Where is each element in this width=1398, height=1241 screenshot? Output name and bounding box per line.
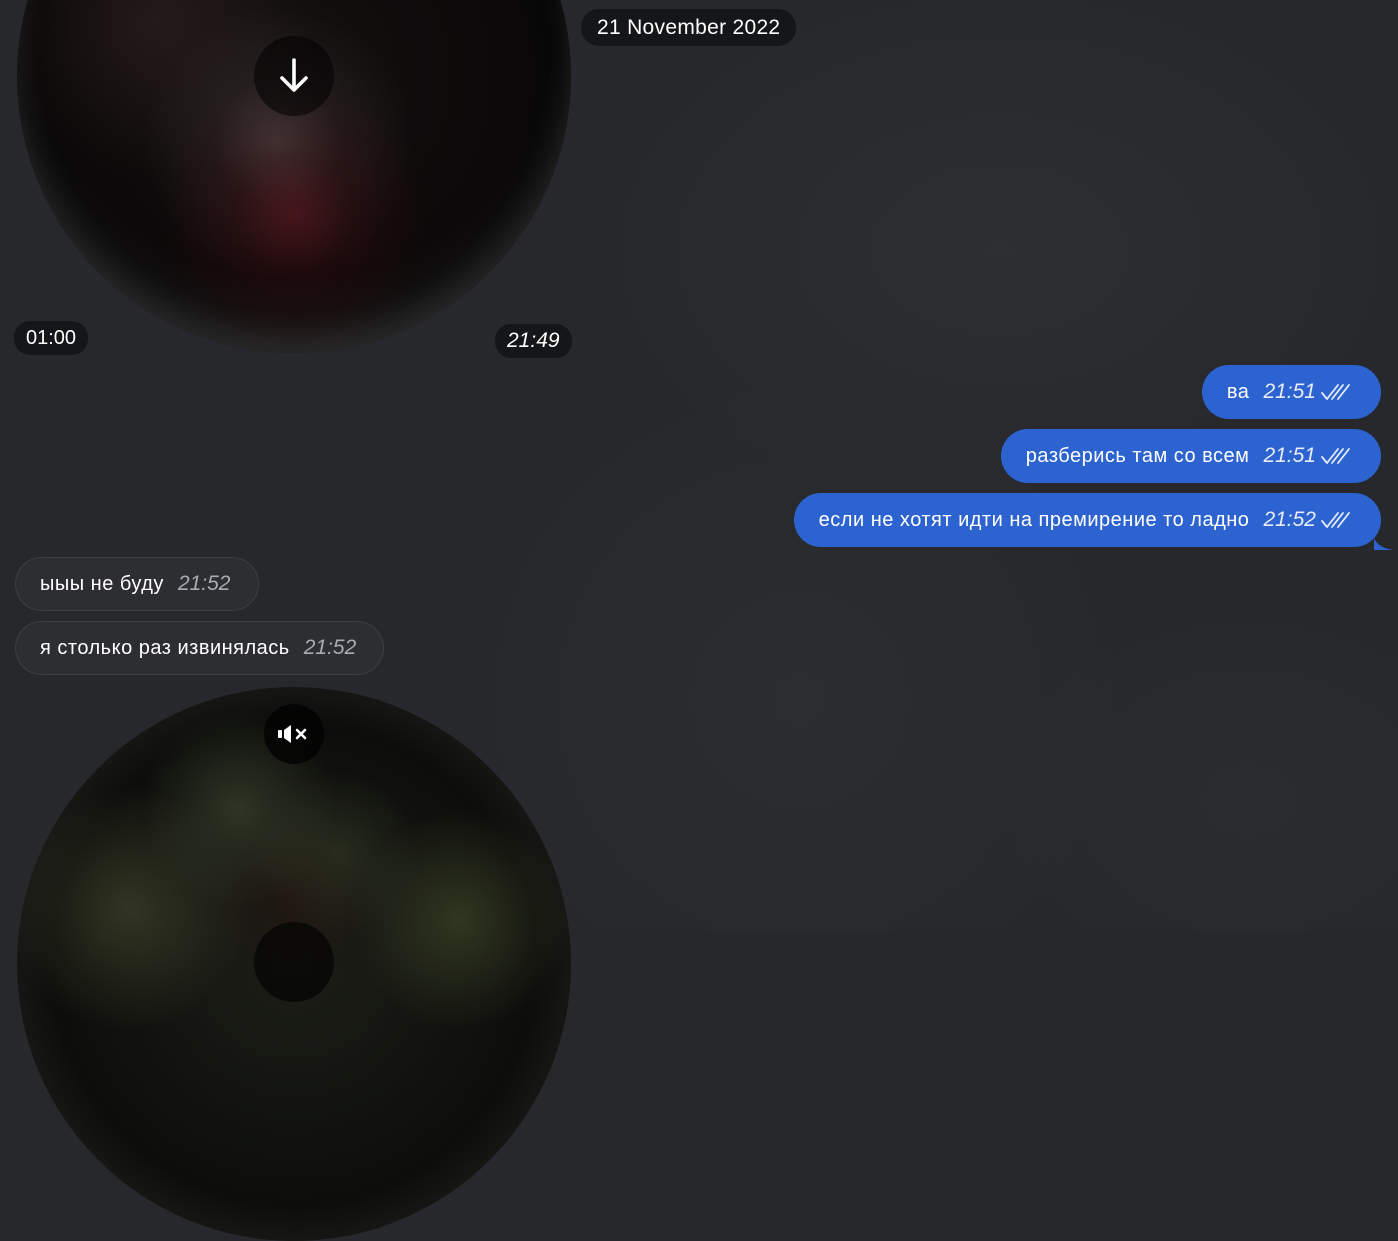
message-text: ва — [1226, 380, 1250, 403]
bubble-tail — [1374, 538, 1394, 550]
mute-button[interactable] — [264, 704, 324, 764]
message-time: 21:52 — [177, 572, 231, 595]
message-time: 21:52 — [303, 636, 357, 659]
message-text: если не хотят идти на премирение то ладн… — [818, 508, 1250, 531]
download-arrow-icon — [280, 58, 308, 92]
outgoing-message[interactable]: если не хотят идти на премирение то ладн… — [793, 493, 1381, 547]
video-play-button[interactable] — [254, 922, 334, 1002]
message-time: 21:51 — [1263, 444, 1316, 467]
outgoing-message[interactable]: ва 21:51 — [1201, 365, 1381, 419]
double-check-icon — [1321, 446, 1353, 466]
message-text: я столько раз извинялась — [40, 636, 290, 659]
incoming-message[interactable]: ыыы не буду 21:52 — [15, 557, 259, 611]
outgoing-message[interactable]: разберись там со всем 21:51 — [1000, 429, 1381, 483]
message-time: 21:52 — [1263, 508, 1316, 531]
double-check-icon — [1321, 382, 1353, 402]
download-button[interactable] — [254, 36, 334, 116]
video-time-badge: 21:49 — [495, 324, 572, 358]
incoming-message[interactable]: я столько раз извинялась 21:52 — [15, 621, 385, 675]
message-text: разберись там со всем — [1025, 444, 1250, 467]
double-check-icon — [1321, 510, 1353, 530]
video-duration-badge: 01:00 — [14, 321, 89, 355]
message-time: 21:51 — [1263, 380, 1316, 403]
message-text: ыыы не буду — [40, 572, 164, 595]
muted-speaker-icon — [278, 725, 307, 743]
date-separator: 21 November 2022 — [581, 9, 797, 46]
